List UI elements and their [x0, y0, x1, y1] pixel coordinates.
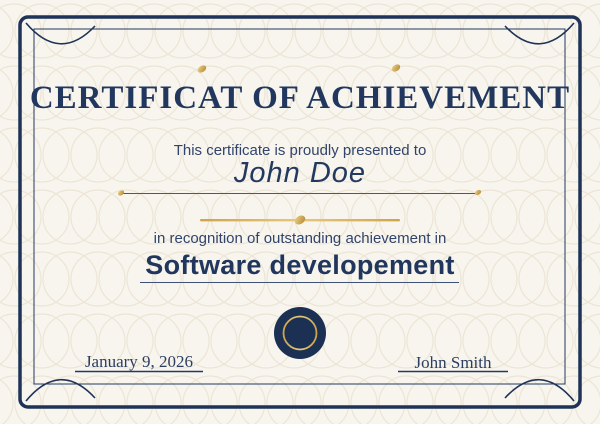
achievement-title: Software developement [145, 250, 455, 280]
certificate-title: CERTIFICAT OF ACHIEVEMENT [29, 80, 571, 116]
certificate: CERTIFICAT OF ACHIEVEMENT This certifica… [0, 0, 600, 424]
date-text: January 9, 2026 [84, 352, 194, 371]
seal-icon [274, 307, 326, 359]
signer-name: John Smith [414, 353, 492, 372]
recognition-text: in recognition of outstanding achievemen… [153, 230, 447, 247]
recipient-name: John Doe [233, 157, 367, 189]
